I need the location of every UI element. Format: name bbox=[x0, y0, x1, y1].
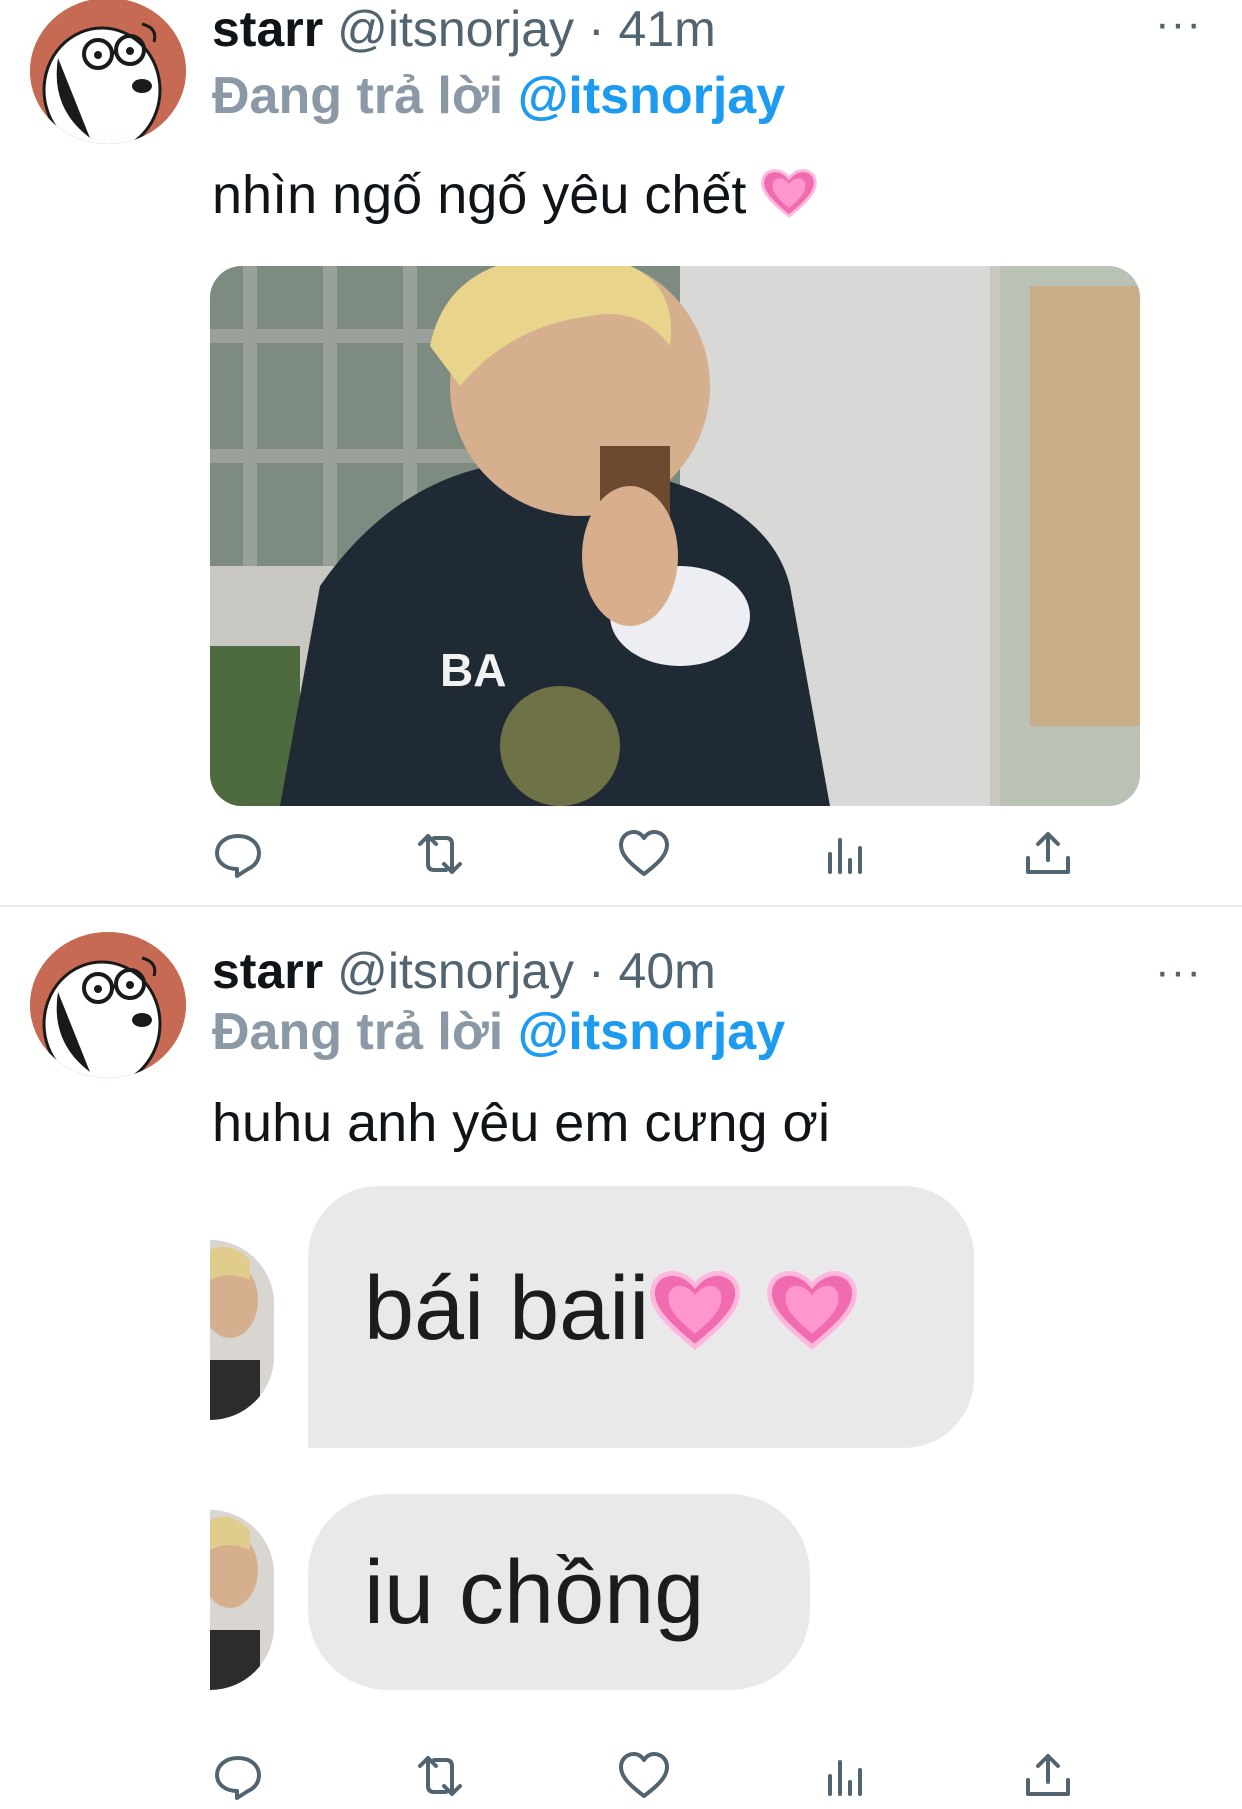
chat-bubble: bái baii bbox=[308, 1186, 974, 1448]
tweet[interactable]: starr @itsnorjay · 41m ··· Đang trả lời … bbox=[0, 0, 1242, 906]
timestamp[interactable]: 40m bbox=[619, 943, 716, 999]
tweet-text: huhu anh yêu em cưng ơi bbox=[212, 1092, 830, 1154]
user-handle[interactable]: @itsnorjay bbox=[337, 943, 574, 999]
chat-bubble: iu chồng bbox=[308, 1494, 810, 1690]
replying-to: Đang trả lời @itsnorjay bbox=[212, 1002, 785, 1062]
chat-avatar bbox=[210, 1240, 274, 1420]
tweet-header: starr @itsnorjay · 41m bbox=[212, 0, 716, 58]
separator: · bbox=[587, 1, 605, 57]
reply-icon[interactable] bbox=[210, 826, 266, 882]
pink-heart-emoji-icon bbox=[649, 1266, 741, 1365]
chat-message-text: iu chồng bbox=[364, 1543, 705, 1643]
tweet-photo[interactable]: BA bbox=[210, 266, 1140, 806]
share-icon[interactable] bbox=[1020, 1748, 1076, 1804]
pink-heart-emoji-icon bbox=[761, 166, 818, 231]
chat-avatar bbox=[210, 1510, 274, 1690]
replying-to-label: Đang trả lời bbox=[212, 1003, 504, 1061]
timestamp[interactable]: 41m bbox=[619, 1, 716, 57]
reply-icon[interactable] bbox=[210, 1748, 266, 1804]
retweet-icon[interactable] bbox=[412, 1748, 468, 1804]
attached-chat-image[interactable]: bái baii iu chồng bbox=[210, 1186, 1050, 1746]
replying-to-label: Đang trả lời bbox=[212, 67, 504, 125]
mention-link[interactable]: @itsnorjay bbox=[518, 67, 785, 125]
tweet-header: starr @itsnorjay · 40m bbox=[212, 942, 716, 1000]
tweet-text-content: huhu anh yêu em cưng ơi bbox=[212, 1093, 830, 1153]
tweet-text: nhìn ngố ngố yêu chết bbox=[212, 164, 818, 231]
more-options-icon[interactable]: ··· bbox=[1155, 2, 1202, 46]
analytics-icon[interactable] bbox=[818, 826, 874, 882]
replying-to: Đang trả lời @itsnorjay bbox=[212, 66, 785, 126]
retweet-icon[interactable] bbox=[412, 826, 468, 882]
mention-link[interactable]: @itsnorjay bbox=[518, 1003, 785, 1061]
chat-message-text: bái baii bbox=[364, 1259, 650, 1359]
pink-heart-emoji-icon bbox=[766, 1266, 858, 1365]
separator: · bbox=[587, 943, 605, 999]
tweet-text-content: nhìn ngố ngố yêu chết bbox=[212, 165, 747, 225]
avatar[interactable] bbox=[30, 932, 186, 1078]
display-name[interactable]: starr bbox=[212, 1, 323, 57]
tweet-actions bbox=[210, 1748, 1110, 1808]
avatar[interactable] bbox=[30, 0, 186, 144]
display-name[interactable]: starr bbox=[212, 943, 323, 999]
tweet[interactable]: starr @itsnorjay · 40m ··· Đang trả lời … bbox=[0, 906, 1242, 1804]
more-options-icon[interactable]: ··· bbox=[1155, 950, 1202, 994]
analytics-icon[interactable] bbox=[818, 1748, 874, 1804]
like-icon[interactable] bbox=[616, 1748, 672, 1804]
like-icon[interactable] bbox=[616, 826, 672, 882]
share-icon[interactable] bbox=[1020, 826, 1076, 882]
tweet-actions bbox=[210, 826, 1110, 886]
user-handle[interactable]: @itsnorjay bbox=[337, 1, 574, 57]
svg-text:BA: BA bbox=[440, 644, 506, 696]
